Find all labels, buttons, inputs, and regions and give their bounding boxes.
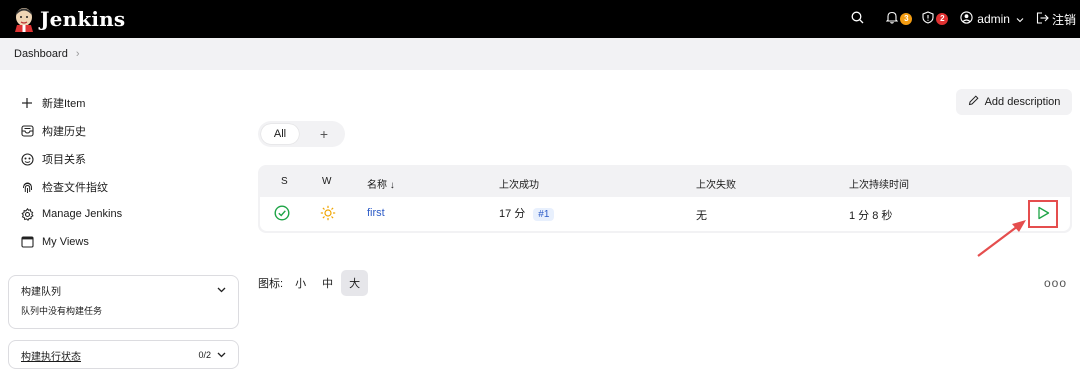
sidebar-item-label: 项目关系 [42,154,86,166]
jenkins-logo-icon [12,6,36,32]
breadcrumb-chevron-icon[interactable]: › [76,48,80,60]
sidebar-item-manage-jenkins[interactable]: Manage Jenkins [20,207,122,221]
last-success-time: 17 分 [499,208,526,220]
plus-icon [20,96,34,110]
add-view-button[interactable]: + [314,124,334,144]
breadcrumb-dashboard[interactable]: Dashboard [14,48,68,60]
window-icon [20,235,34,249]
sidebar-item-build-history[interactable]: 构建历史 [20,123,86,139]
user-menu[interactable]: admin [960,11,1024,27]
fingerprint-icon [20,180,34,194]
breadcrumb: Dashboard › [0,38,1080,70]
build-queue-panel: 构建队列 队列中没有构建任务 [8,275,239,329]
sidebar-item-project-relationship[interactable]: 项目关系 [20,151,86,167]
build-queue-title: 构建队列 [21,286,61,298]
logout-label: 注销 [1051,12,1076,27]
last-failure-cell: 无 [696,210,707,222]
table-row: first 17 分 #1 无 1 分 8 秒 [260,197,1070,231]
security-button[interactable]: 2 [922,11,949,27]
executor-status-title[interactable]: 构建执行状态 [21,348,81,363]
last-success-cell: 17 分 #1 [499,205,555,221]
annotation-arrow-icon [977,220,1026,257]
notifications-badge: 3 [900,13,913,25]
chevron-down-icon[interactable] [217,285,226,296]
sunny-weather-icon [320,205,336,224]
sidebar-item-label: 构建历史 [42,126,86,138]
executor-count: 0/2 [198,350,211,360]
icon-size-selector: 图标: 小 中 大 [258,270,369,296]
icon-size-label: 图标: [258,278,284,290]
inbox-icon [20,124,34,138]
search-icon [851,11,864,27]
column-status[interactable]: S [281,176,288,187]
bell-icon [885,11,899,27]
icon-size-small[interactable]: 小 [287,270,314,296]
sidebar-item-label: Manage Jenkins [42,208,123,220]
add-description-button[interactable]: Add description [956,89,1072,115]
column-last-duration[interactable]: 上次持续时间 [849,176,909,191]
add-description-label: Add description [984,96,1061,108]
last-duration-cell: 1 分 8 秒 [849,210,893,222]
icon-size-large[interactable]: 大 [341,270,369,296]
more-options-icon[interactable]: ooo [1044,276,1067,290]
column-last-failure[interactable]: 上次失败 [696,176,736,191]
jenkins-brand[interactable]: Jenkins [12,6,125,32]
play-icon [1037,206,1050,223]
build-queue-header[interactable]: 构建队列 [9,276,238,304]
brand-name: Jenkins [40,7,126,31]
sidebar-item-fingerprint[interactable]: 检查文件指纹 [20,179,108,195]
shield-icon [922,11,934,27]
jobs-table: S W 名称 ↓ 上次成功 上次失败 上次持续时间 first 17 分 #1 无… [258,165,1072,233]
view-tabs: All + [258,121,345,147]
job-name-link[interactable]: first [367,207,385,219]
executor-status-panel: 构建执行状态 0/2 [8,340,239,369]
security-badge: 2 [936,13,949,25]
column-name[interactable]: 名称 ↓ [367,176,395,191]
column-last-success[interactable]: 上次成功 [499,176,539,191]
schedule-build-button[interactable] [1028,200,1058,228]
notifications-button[interactable]: 3 [885,11,913,27]
table-header: S W 名称 ↓ 上次成功 上次失败 上次持续时间 [258,165,1072,197]
sidebar-item-label: 新建Item [42,98,86,110]
executor-status-header[interactable]: 构建执行状态 0/2 [9,341,238,369]
chevron-down-icon [1016,12,1024,26]
logout-icon [1036,11,1049,27]
relationship-icon [20,152,34,166]
tab-all[interactable]: All [261,124,299,144]
icon-size-medium[interactable]: 中 [314,270,341,296]
logout-button[interactable]: 注销 [1036,11,1076,28]
success-status-icon [274,205,290,224]
search-button[interactable] [851,11,864,27]
top-header: Jenkins 3 2 admin 注销 [0,0,1080,38]
gear-icon [20,207,34,221]
sidebar-item-new-item[interactable]: 新建Item [20,95,85,111]
build-number-link[interactable]: #1 [533,208,555,221]
build-queue-empty-text: 队列中没有构建任务 [21,306,103,316]
pencil-icon [968,95,979,109]
sidebar-item-label: 检查文件指纹 [42,182,108,194]
user-icon [960,11,973,27]
sidebar-item-my-views[interactable]: My Views [20,235,89,249]
column-weather[interactable]: W [322,176,331,187]
user-name: admin [977,12,1010,26]
sidebar-item-label: My Views [42,236,89,248]
chevron-down-icon[interactable] [217,350,226,361]
